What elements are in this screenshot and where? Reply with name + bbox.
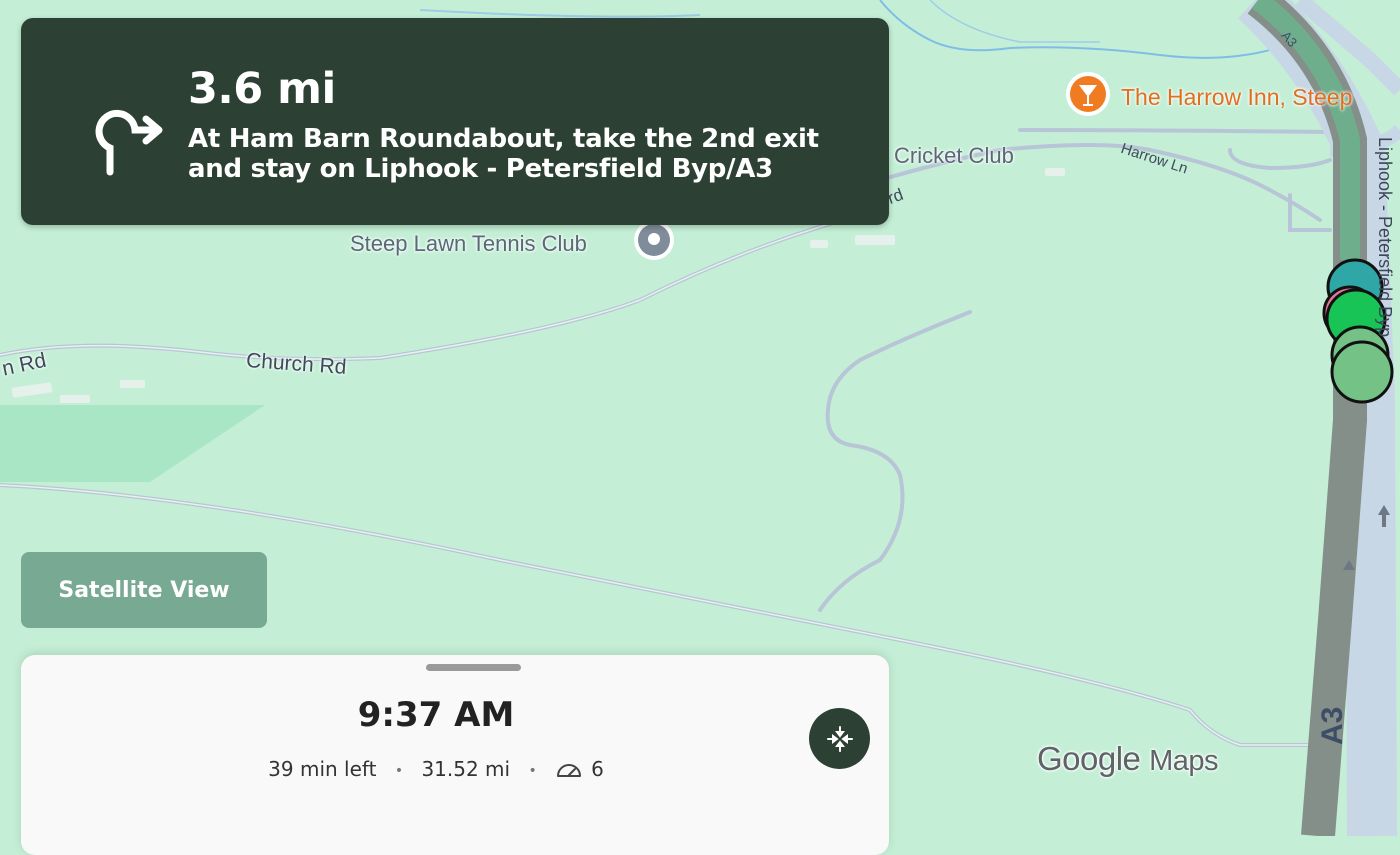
watermark-maps: Maps	[1149, 745, 1219, 777]
separator-dot: •	[394, 762, 404, 779]
stops-count: 6	[591, 757, 604, 781]
recenter-arrows-icon	[826, 725, 853, 752]
separator-dot: •	[528, 762, 537, 779]
satellite-view-button[interactable]: Satellite View	[21, 552, 267, 628]
tennis-club-label[interactable]: Steep Lawn Tennis Club	[350, 231, 587, 257]
trip-stats: 39 min left • 31.52 mi • 6	[21, 757, 851, 781]
instruction-line-2: and stay on Liphook - Petersfield Byp/A3	[188, 154, 773, 184]
cricket-club-label[interactable]: Cricket Club	[894, 143, 1014, 169]
speedometer-icon	[557, 764, 582, 777]
pub-label[interactable]: The Harrow Inn, Steep	[1121, 84, 1352, 111]
time-left: 39 min left	[268, 757, 377, 781]
bypass-label: Liphook - Petersfield Byp	[1375, 137, 1395, 338]
drag-handle[interactable]	[426, 664, 521, 671]
a3-road-label: A3	[1316, 706, 1349, 745]
trip-summary-panel[interactable]: 9:37 AM 39 min left • 31.52 mi • 6	[21, 655, 889, 855]
distance-left: 31.52 mi	[421, 757, 511, 781]
eta-time: 9:37 AM	[357, 695, 515, 735]
navigation-instruction-card: 3.6 mi At Ham Barn Roundabout, take the …	[21, 18, 889, 225]
maneuver-distance: 3.6 mi	[188, 64, 336, 114]
roundabout-2nd-exit-icon	[95, 109, 163, 176]
instruction-line-1: At Ham Barn Roundabout, take the 2nd exi…	[188, 124, 819, 154]
maneuver-instruction: At Ham Barn Roundabout, take the 2nd exi…	[188, 124, 878, 184]
recenter-button[interactable]	[809, 708, 870, 769]
google-maps-watermark: Google Maps	[1037, 740, 1219, 778]
watermark-google: Google	[1037, 740, 1141, 777]
